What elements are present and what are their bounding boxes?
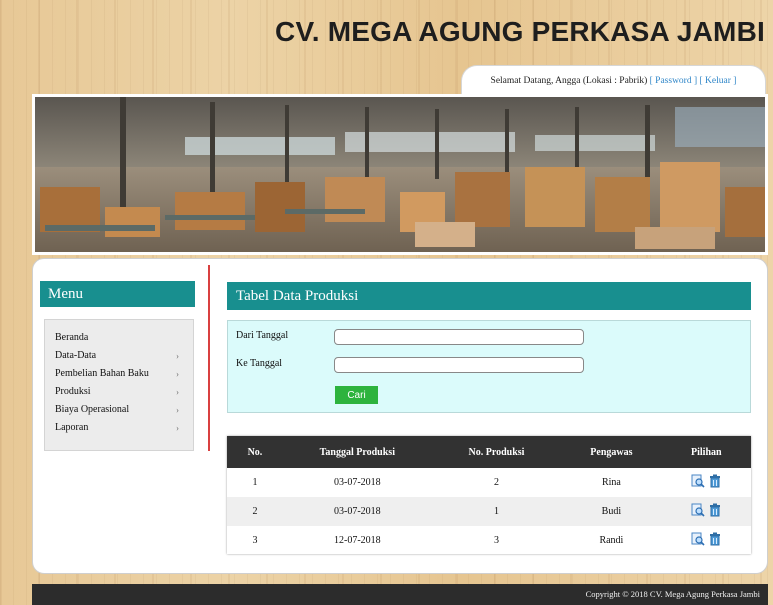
chevron-right-icon: › [176,423,179,433]
to-date-label: Ke Tanggal [236,358,283,369]
sidebar-item-label: Produksi [55,386,91,397]
delete-icon[interactable] [708,532,722,546]
production-table: No. Tanggal Produksi No. Produksi Pengaw… [227,436,751,555]
welcome-bar: Selamat Datang, Angga (Lokasi : Pabrik) … [461,65,766,95]
table-row: 2 03-07-2018 1 Budi [227,497,751,526]
column-header-pilihan: Pilihan [691,446,722,458]
sidebar-menu: Beranda Data-Data › Pembelian Bahan Baku… [44,319,194,451]
column-header-tanggal: Tanggal Produksi [319,446,395,458]
copyright-text: Copyright © 2018 CV. Mega Agung Perkasa … [585,589,760,599]
welcome-text: Selamat Datang, Angga (Lokasi : Pabrik) [490,76,648,86]
cell-tanggal: 03-07-2018 [333,506,381,517]
cell-no-produksi: 1 [493,506,499,517]
sidebar-item-label: Pembelian Bahan Baku [55,368,149,379]
cell-no-produksi: 2 [493,477,499,488]
sidebar-item-label: Data-Data [55,350,97,361]
cell-no-produksi: 3 [493,535,499,546]
cell-pengawas: Randi [599,535,624,546]
footer: Copyright © 2018 CV. Mega Agung Perkasa … [32,584,768,605]
view-detail-icon[interactable] [691,474,705,488]
table-header-row: No. Tanggal Produksi No. Produksi Pengaw… [227,436,751,468]
column-header-no: No. [247,446,263,458]
view-detail-icon[interactable] [691,503,705,517]
logout-link[interactable]: [ Keluar ] [700,76,737,86]
chevron-right-icon: › [176,351,179,361]
sidebar-item-laporan[interactable]: Laporan › [45,419,193,437]
chevron-right-icon: › [176,369,179,379]
cell-no: 1 [252,477,258,488]
sidebar-item-produksi[interactable]: Produksi › [45,383,193,401]
column-header-no-produksi: No. Produksi [468,446,525,458]
chevron-right-icon: › [176,405,179,415]
chevron-right-icon: › [176,387,179,397]
table-row: 3 12-07-2018 3 Randi [227,526,751,555]
cell-actions [662,468,751,497]
password-link[interactable]: [ Password ] [650,76,698,86]
menu-title: Menu [40,281,195,307]
sidebar-item-label: Biaya Operasional [55,404,130,415]
cell-tanggal: 03-07-2018 [333,477,381,488]
sidebar-item-pembelian-bahan-baku[interactable]: Pembelian Bahan Baku › [45,365,193,383]
cell-pengawas: Budi [601,506,622,517]
cell-tanggal: 12-07-2018 [333,535,381,546]
search-button[interactable]: Cari [335,386,378,404]
page-title: Tabel Data Produksi [227,282,751,310]
delete-icon[interactable] [708,474,722,488]
cell-actions [662,526,751,555]
cell-actions [662,497,751,526]
vertical-divider [208,265,210,451]
column-header-pengawas: Pengawas [590,446,633,458]
cell-no: 3 [252,535,258,546]
site-title: CV. MEGA AGUNG PERKASA JAMBI [275,16,765,47]
from-date-label: Dari Tanggal [236,330,289,341]
factory-photo-illustration [35,97,765,252]
table-row: 1 03-07-2018 2 Rina [227,468,751,497]
cell-pengawas: Rina [601,477,621,488]
sidebar-item-biaya-operasional[interactable]: Biaya Operasional › [45,401,193,419]
from-date-input[interactable] [334,329,584,345]
cell-no: 2 [252,506,258,517]
to-date-input[interactable] [334,357,584,373]
delete-icon[interactable] [708,503,722,517]
sidebar-item-data-data[interactable]: Data-Data › [45,347,193,365]
sidebar-item-label: Laporan [55,422,89,433]
banner-image [32,94,768,255]
sidebar-item-beranda[interactable]: Beranda [45,329,193,347]
sidebar-item-label: Beranda [55,332,89,343]
view-detail-icon[interactable] [691,532,705,546]
